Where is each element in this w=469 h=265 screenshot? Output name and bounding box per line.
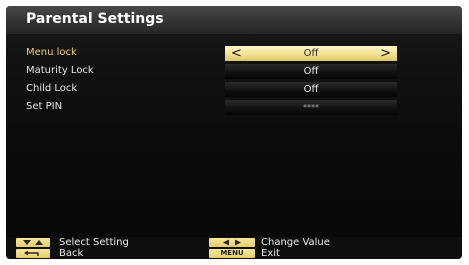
set-pin-value-text: ****	[303, 103, 319, 112]
child-lock-value-text: Off	[303, 84, 319, 95]
back-hint: Back	[59, 248, 84, 259]
menu-lock-label[interactable]: Menu lock	[26, 47, 77, 58]
page-title: Parental Settings	[26, 11, 164, 27]
menu-key-icon: MENU	[209, 249, 255, 258]
set-pin-value[interactable]: ****	[225, 100, 397, 115]
help-bar: Select Setting Back Change Value MENU Ex…	[6, 237, 462, 259]
child-lock-label[interactable]: Child Lock	[26, 83, 77, 94]
parental-settings-panel: Parental Settings Menu lock < Off > Matu…	[6, 6, 462, 259]
right-arrow-icon[interactable]: >	[380, 46, 391, 61]
change-value-hint: Change Value	[261, 237, 330, 248]
maturity-lock-value[interactable]: Off	[225, 64, 397, 79]
left-arrow-icon[interactable]: <	[231, 46, 242, 61]
set-pin-label[interactable]: Set PIN	[26, 101, 62, 112]
back-key-icon	[16, 249, 50, 258]
up-down-key-icon	[16, 238, 50, 247]
menu-lock-value-text: Off	[303, 48, 319, 59]
title-bar: Parental Settings	[6, 6, 462, 34]
maturity-lock-label[interactable]: Maturity Lock	[26, 65, 94, 76]
exit-hint: Exit	[261, 248, 280, 259]
left-right-key-icon	[209, 238, 255, 247]
menu-lock-value[interactable]: < Off >	[225, 46, 397, 61]
child-lock-value[interactable]: Off	[225, 82, 397, 97]
maturity-lock-value-text: Off	[303, 66, 319, 77]
tv-screen: Parental Settings Menu lock < Off > Matu…	[0, 0, 469, 265]
select-setting-hint: Select Setting	[59, 237, 129, 248]
